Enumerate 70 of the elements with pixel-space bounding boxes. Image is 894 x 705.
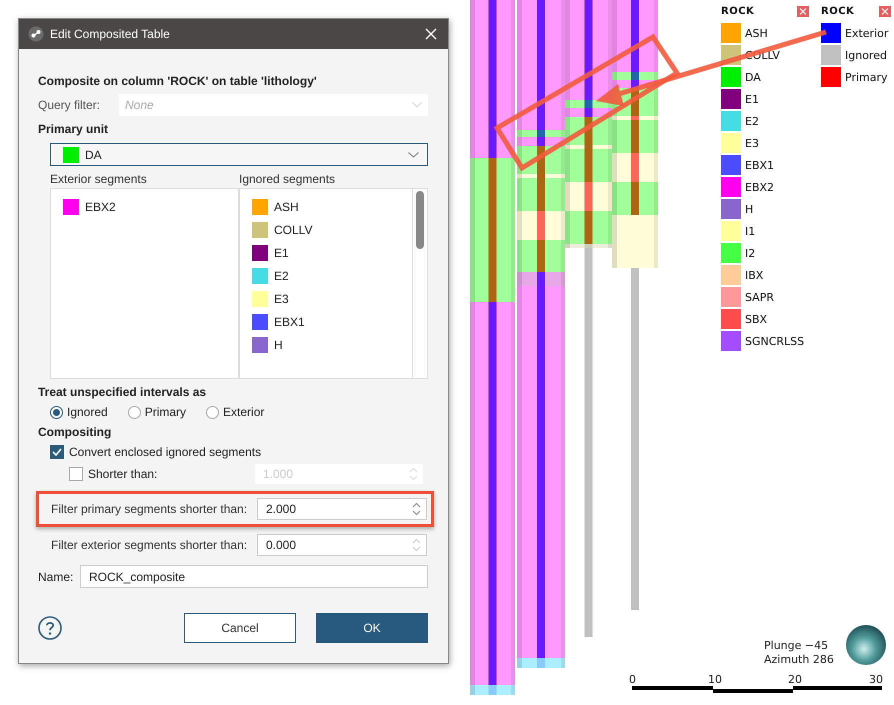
- scrollbar-thumb[interactable]: [416, 191, 424, 249]
- scale-label: 10: [708, 673, 722, 686]
- list-item[interactable]: EBX2: [63, 195, 238, 218]
- field-label: Name:: [38, 570, 74, 584]
- list-item[interactable]: COLLV: [252, 218, 412, 241]
- radio-button[interactable]: [50, 406, 63, 418]
- legend-label: Ignored: [845, 48, 887, 62]
- radio-label: Exterior: [223, 405, 264, 419]
- spinner-icon: [412, 502, 421, 516]
- legend-label: DA: [745, 70, 761, 84]
- scale-label: 0: [629, 673, 636, 686]
- legend-label: SAPR: [745, 290, 774, 304]
- radio-button[interactable]: [128, 406, 141, 418]
- compass-icon[interactable]: [845, 624, 887, 666]
- legend-label: Primary: [845, 70, 888, 84]
- list-item[interactable]: ASH: [252, 195, 412, 218]
- spinner-icon: [412, 538, 421, 552]
- plunge-text: Plunge −45: [764, 639, 830, 653]
- cancel-button[interactable]: Cancel: [184, 613, 296, 643]
- primary-unit-dropdown[interactable]: DA: [50, 143, 428, 166]
- chevron-icon: [412, 102, 422, 108]
- chevron-icon: [408, 152, 419, 158]
- dialog-heading: Composite on column 'ROCK' on table 'lithology': [38, 74, 318, 88]
- legend-label: SGNCRLSS: [745, 334, 804, 348]
- checkbox-label: Shorter than:: [88, 467, 158, 481]
- list-item[interactable]: E2: [252, 264, 412, 287]
- radio-label: Primary: [144, 405, 186, 419]
- legend-label: EBX2: [745, 180, 774, 194]
- list-item[interactable]: H: [252, 333, 412, 356]
- spinner-icon: [409, 467, 418, 481]
- legend-title: ROCK: [821, 6, 854, 16]
- section-label: Primary unit: [38, 122, 110, 136]
- section-label: Treat unspecified intervals as: [38, 385, 208, 399]
- legend-label: E3: [745, 136, 759, 150]
- legend-label: SBX: [745, 312, 768, 326]
- number-field[interactable]: 2.000: [257, 498, 427, 520]
- list-label: Ignored segments: [239, 172, 336, 188]
- radio-label: Ignored: [67, 405, 108, 419]
- checkbox-label: Convert enclosed ignored segments: [69, 445, 262, 459]
- name-field[interactable]: ROCK_composite: [80, 565, 428, 588]
- number-field[interactable]: 0.000: [257, 534, 427, 556]
- field-label: Query filter:: [38, 98, 102, 112]
- list-label: Exterior segments: [50, 172, 148, 188]
- azimuth-text: Azimuth 286: [764, 653, 834, 667]
- legend-label: E1: [745, 92, 759, 106]
- legend-label: E2: [745, 114, 759, 128]
- legend-label: EBX1: [745, 158, 774, 172]
- legend-label: I2: [745, 246, 756, 260]
- checkbox[interactable]: [69, 467, 83, 481]
- field-label: Filter exterior segments shorter than:: [51, 538, 248, 552]
- legend-label: IBX: [745, 268, 764, 282]
- close-icon[interactable]: [424, 27, 438, 41]
- scale-label: 20: [788, 673, 802, 686]
- radio-button[interactable]: [206, 406, 220, 418]
- help-icon[interactable]: [38, 616, 62, 640]
- list-item[interactable]: E3: [252, 287, 412, 310]
- ok-button[interactable]: OK: [316, 613, 428, 643]
- app-icon: [28, 26, 44, 42]
- field-label: Filter primary segments shorter than:: [51, 502, 248, 516]
- legend-label: Exterior: [845, 26, 888, 40]
- checkbox[interactable]: [50, 445, 64, 459]
- legend-label: I1: [745, 224, 756, 238]
- section-label: Compositing: [38, 425, 112, 439]
- legend-label: H: [745, 202, 754, 216]
- list-item[interactable]: EBX1: [252, 310, 412, 333]
- scale-label: 30: [869, 673, 883, 686]
- window-title: Edit Composited Table: [50, 27, 171, 41]
- list-item[interactable]: E1: [252, 241, 412, 264]
- legend-label: ASH: [745, 26, 768, 40]
- legend-title: ROCK: [721, 6, 754, 16]
